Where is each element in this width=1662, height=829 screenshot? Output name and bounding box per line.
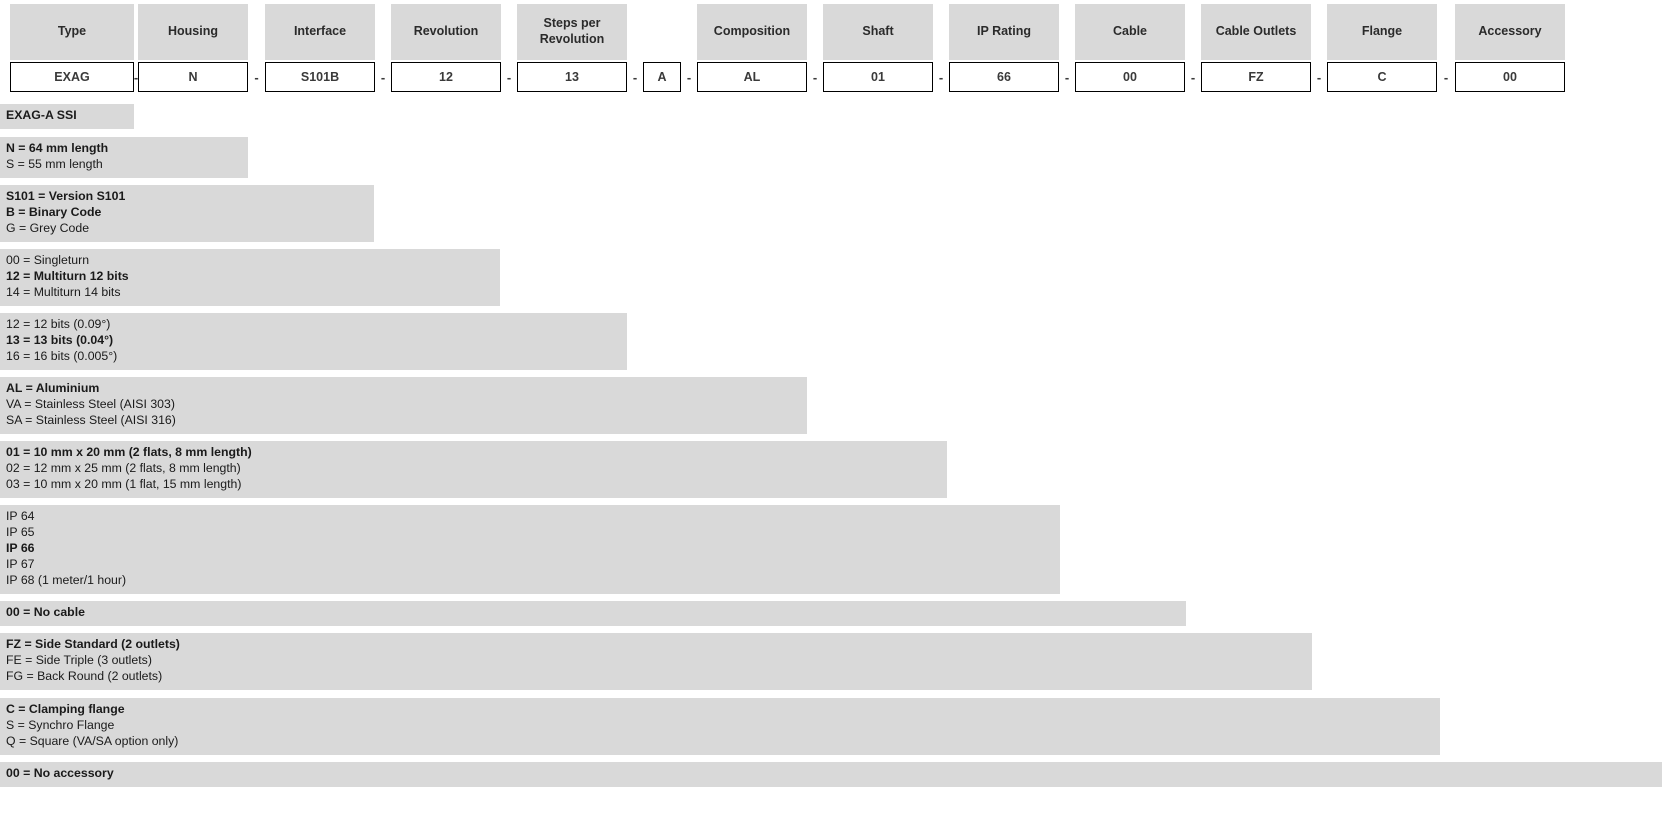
legend-option-line: S = 55 mm length bbox=[6, 156, 103, 171]
column-header-label: Accessory bbox=[1455, 4, 1565, 60]
column-header-label: Revolution bbox=[391, 4, 501, 60]
config-column-type: Type EXAG bbox=[10, 0, 134, 96]
config-column-unlabeled: A bbox=[643, 0, 681, 96]
legend-band-type: EXAG-A SSI bbox=[0, 104, 134, 129]
separator-dash: - bbox=[1064, 69, 1070, 85]
column-header-label: Type bbox=[10, 4, 134, 60]
legend-option-line: S101 = Version S101 bbox=[6, 189, 126, 203]
legend-option-line: SA = Stainless Steel (AISI 316) bbox=[6, 412, 176, 427]
separator-dash: - bbox=[1443, 69, 1449, 85]
column-header-label: Flange bbox=[1327, 4, 1437, 60]
legend-band-shaft: 01 = 10 mm x 20 mm (2 flats, 8 mm length… bbox=[0, 441, 947, 498]
separator-dash: - bbox=[133, 69, 139, 85]
part-number-configurator-diagram: Type EXAG Housing N - Interface S101B - Revoluti… bbox=[0, 0, 1662, 829]
legend-option-line: G = Grey Code bbox=[6, 220, 90, 235]
legend-option-line: 00 = Singleturn bbox=[6, 253, 90, 267]
column-header-label: Cable bbox=[1075, 4, 1185, 60]
legend-option-line: 01 = 10 mm x 20 mm (2 flats, 8 mm length… bbox=[6, 445, 252, 459]
legend-band-cable: 00 = No cable bbox=[0, 601, 1186, 626]
legend-band-steps-per-revolution: 12 = 12 bits (0.09°) 13 = 13 bits (0.04°)… bbox=[0, 313, 627, 370]
column-header-label: IP Rating bbox=[949, 4, 1059, 60]
legend-option-line: 02 = 12 mm x 25 mm (2 flats, 8 mm length… bbox=[6, 460, 241, 475]
legend-band-cable-outlets: FZ = Side Standard (2 outlets) FE = Side … bbox=[0, 633, 1312, 690]
config-column-cable: Cable 00 bbox=[1075, 0, 1185, 96]
separator-dash: - bbox=[506, 69, 512, 85]
column-value-field[interactable]: A bbox=[643, 62, 681, 92]
column-value-field[interactable]: N bbox=[138, 62, 248, 92]
legend-option-line: N = 64 mm length bbox=[6, 141, 109, 155]
legend-option-line: S = Synchro Flange bbox=[6, 717, 115, 732]
separator-dash: - bbox=[812, 69, 818, 85]
legend-option-line: 00 = No accessory bbox=[6, 766, 114, 780]
column-header-label: Shaft bbox=[823, 4, 933, 60]
column-value-field[interactable]: C bbox=[1327, 62, 1437, 92]
legend-band-accessory: 00 = No accessory bbox=[0, 762, 1662, 787]
separator-dash: - bbox=[632, 69, 638, 85]
column-header-label: Interface bbox=[265, 4, 375, 60]
column-value-field[interactable]: 13 bbox=[517, 62, 627, 92]
column-header-label: Steps per Revolution bbox=[517, 4, 627, 60]
config-column-steps-per-revolution: Steps per Revolution 13 bbox=[517, 0, 627, 96]
config-column-ip-rating: IP Rating 66 bbox=[949, 0, 1059, 96]
column-value-field[interactable]: 00 bbox=[1455, 62, 1565, 92]
separator-dash: - bbox=[380, 69, 386, 85]
column-header-label: Composition bbox=[697, 4, 807, 60]
legend-band-housing: N = 64 mm length S = 55 mm length bbox=[0, 137, 248, 178]
column-value-field[interactable]: 01 bbox=[823, 62, 933, 92]
legend-option-line: Q = Square (VA/SA option only) bbox=[6, 733, 179, 748]
column-header-label bbox=[643, 4, 681, 60]
column-value-field[interactable]: EXAG bbox=[10, 62, 134, 92]
config-column-flange: Flange C bbox=[1327, 0, 1437, 96]
config-column-housing: Housing N bbox=[138, 0, 248, 96]
column-header-label: Housing bbox=[138, 4, 248, 60]
legend-band-revolution: 00 = Singleturn 12 = Multiturn 12 bits 14 … bbox=[0, 249, 500, 306]
legend-option-line: EXAG-A SSI bbox=[6, 108, 77, 122]
legend-option-line: C = Clamping flange bbox=[6, 702, 125, 716]
legend-option-line: IP 66 bbox=[6, 540, 35, 555]
legend-band-composition: AL = Aluminium VA = Stainless Steel (AISI… bbox=[0, 377, 807, 434]
column-value-field[interactable]: 12 bbox=[391, 62, 501, 92]
legend-option-line: 16 = 16 bits (0.005°) bbox=[6, 348, 118, 363]
config-column-shaft: Shaft 01 bbox=[823, 0, 933, 96]
separator-dash: - bbox=[686, 69, 692, 85]
configurator-row: Type EXAG Housing N - Interface S101B - Revoluti… bbox=[0, 0, 1662, 96]
legend-band-ip-rating: IP 64 IP 65 IP 66 IP 67 IP 68 (1 meter/1 hou… bbox=[0, 505, 1060, 594]
legend-option-line: B = Binary Code bbox=[6, 204, 102, 219]
separator-dash: - bbox=[1190, 69, 1196, 85]
config-column-cable-outlets: Cable Outlets FZ bbox=[1201, 0, 1311, 96]
column-value-field[interactable]: FZ bbox=[1201, 62, 1311, 92]
legend-option-line: IP 68 (1 meter/1 hour) bbox=[6, 572, 127, 587]
column-value-field[interactable]: AL bbox=[697, 62, 807, 92]
config-column-interface: Interface S101B bbox=[265, 0, 375, 96]
legend-option-line: 12 = 12 bits (0.09°) bbox=[6, 317, 111, 331]
legend-option-line: 12 = Multiturn 12 bits bbox=[6, 268, 129, 283]
legend-option-line: FE = Side Triple (3 outlets) bbox=[6, 652, 152, 667]
legend-band-flange: C = Clamping flange S = Synchro Flange Q =… bbox=[0, 698, 1440, 755]
legend-option-line: IP 65 bbox=[6, 524, 35, 539]
legend-option-line: 13 = 13 bits (0.04°) bbox=[6, 332, 114, 347]
separator-dash: - bbox=[938, 69, 944, 85]
config-column-composition: Composition AL bbox=[697, 0, 807, 96]
legend-option-line: 14 = Multiturn 14 bits bbox=[6, 284, 121, 299]
legend-option-line: IP 67 bbox=[6, 556, 35, 571]
separator-dash: - bbox=[1316, 69, 1322, 85]
legend-option-line: VA = Stainless Steel (AISI 303) bbox=[6, 396, 175, 411]
legend-option-line: FG = Back Round (2 outlets) bbox=[6, 668, 163, 683]
legend-option-line: 03 = 10 mm x 20 mm (1 flat, 15 mm length… bbox=[6, 476, 242, 491]
column-value-field[interactable]: S101B bbox=[265, 62, 375, 92]
config-column-accessory: Accessory 00 bbox=[1455, 0, 1565, 96]
legend-band-interface: S101 = Version S101 B = Binary Code G = Gr… bbox=[0, 185, 374, 242]
legend-option-line: IP 64 bbox=[6, 509, 35, 523]
column-value-field[interactable]: 66 bbox=[949, 62, 1059, 92]
legend-option-line: FZ = Side Standard (2 outlets) bbox=[6, 637, 180, 651]
column-header-label: Cable Outlets bbox=[1201, 4, 1311, 60]
column-value-field[interactable]: 00 bbox=[1075, 62, 1185, 92]
config-column-revolution: Revolution 12 bbox=[391, 0, 501, 96]
separator-dash: - bbox=[254, 69, 259, 85]
legend-option-line: AL = Aluminium bbox=[6, 381, 100, 395]
legend-option-line: 00 = No cable bbox=[6, 605, 85, 619]
